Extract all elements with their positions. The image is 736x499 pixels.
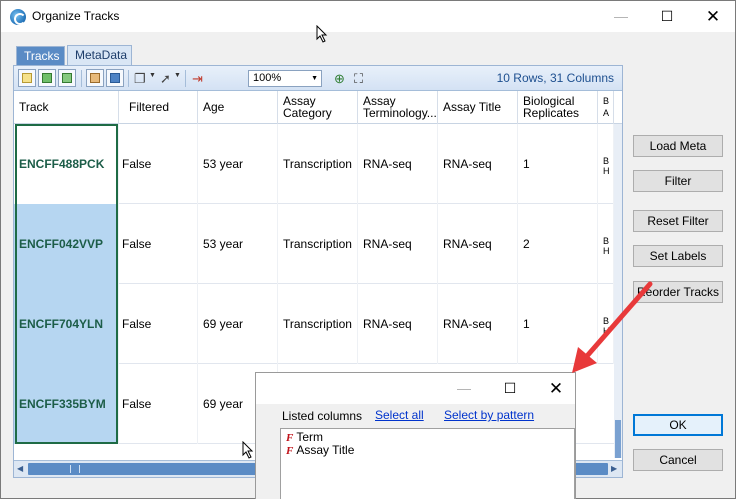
print-icon[interactable] — [86, 69, 104, 87]
list-item[interactable]: F Assay Title — [286, 444, 354, 458]
listed-columns-label: Listed columns — [282, 409, 363, 423]
reset-filter-button[interactable]: Reset Filter — [633, 210, 723, 232]
assay-terminology-cell[interactable]: RNA-seq — [358, 284, 438, 364]
assay-title-cell[interactable]: RNA-seq — [438, 204, 518, 284]
toolbar-divider — [128, 70, 129, 87]
assay-category-cell[interactable]: Transcription — [278, 204, 358, 284]
column-header-assay-terminology[interactable]: Assay Terminology... — [358, 91, 438, 124]
reorder-tracks-button[interactable]: Reorder Tracks — [633, 281, 723, 303]
filtered-cell[interactable]: False — [119, 284, 198, 364]
assay-terminology-cell[interactable]: RNA-seq — [358, 124, 438, 204]
tab-metadata[interactable]: MetaData — [67, 45, 132, 65]
filtered-cell[interactable]: False — [119, 364, 198, 444]
set-labels-button[interactable]: Set Labels — [633, 245, 723, 267]
age-cell[interactable]: 69 year — [198, 284, 278, 364]
export-excel-icon[interactable] — [38, 69, 56, 87]
grid-layout-icon[interactable] — [106, 69, 124, 87]
column-header-truncated[interactable]: B A — [598, 91, 614, 124]
track-cell[interactable]: ENCFF335BYM — [14, 364, 119, 444]
new-file-icon[interactable] — [18, 69, 36, 87]
popup-maximize-button[interactable]: ☐ — [487, 373, 533, 404]
field-icon: F — [286, 445, 294, 457]
table-row[interactable]: ENCFF042VVP False 53 year Transcription … — [14, 204, 622, 284]
maximize-button[interactable]: ☐ — [644, 1, 690, 32]
truncated-cell[interactable]: B H — [598, 284, 614, 364]
truncated-cell[interactable]: B H — [598, 204, 614, 284]
popup-close-button[interactable]: ✕ — [533, 373, 579, 404]
assay-category-cell[interactable]: Transcription — [278, 124, 358, 204]
column-header-filtered[interactable]: Filtered — [119, 91, 198, 124]
table-row[interactable]: ENCFF488PCK False 53 year Transcription … — [14, 124, 622, 204]
bio-replicates-cell[interactable]: 1 — [518, 124, 598, 204]
assay-terminology-cell[interactable]: RNA-seq — [358, 204, 438, 284]
ok-button[interactable]: OK — [633, 414, 723, 436]
track-cell[interactable]: ENCFF704YLN — [14, 284, 119, 364]
app-logo-icon — [10, 9, 26, 25]
close-button[interactable]: ✕ — [690, 1, 736, 32]
track-cell[interactable]: ENCFF488PCK — [14, 124, 119, 204]
select-all-link[interactable]: Select all — [375, 408, 424, 422]
list-item-label: Assay Title — [296, 443, 355, 457]
filtered-cell[interactable]: False — [119, 124, 198, 204]
import-excel-icon[interactable] — [58, 69, 76, 87]
assay-title-cell[interactable]: RNA-seq — [438, 124, 518, 204]
grid-header: Track Filtered Age Assay Category Assay … — [14, 91, 622, 124]
column-header-age[interactable]: Age — [198, 91, 278, 124]
title-bar: Organize Tracks — ☐ ✕ — [1, 1, 735, 32]
columns-list[interactable]: F Term F Assay Title — [280, 428, 575, 499]
pointer-icon[interactable]: ➚ — [160, 70, 171, 87]
chevron-down-icon: ▼ — [311, 75, 318, 82]
bio-replicates-cell[interactable]: 2 — [518, 204, 598, 284]
mouse-cursor-icon — [242, 441, 254, 459]
minimize-button[interactable]: — — [598, 1, 644, 32]
select-by-pattern-link[interactable]: Select by pattern — [444, 408, 534, 422]
assay-category-cell[interactable]: Transcription — [278, 284, 358, 364]
zoom-value: 100% — [253, 72, 282, 84]
load-meta-button[interactable]: Load Meta — [633, 135, 723, 157]
age-cell[interactable]: 53 year — [198, 124, 278, 204]
scroll-left-arrow-icon[interactable]: ◀ — [17, 464, 23, 473]
cancel-button[interactable]: Cancel — [633, 449, 723, 471]
vertical-scroll-thumb[interactable] — [615, 420, 621, 458]
popup-title-bar: — ☐ ✕ — [256, 373, 575, 404]
bio-replicates-cell[interactable]: 1 — [518, 284, 598, 364]
clear-filter-icon[interactable]: ⇥ — [192, 70, 203, 87]
field-icon: F — [286, 432, 294, 444]
column-header-assay-category[interactable]: Assay Category — [278, 91, 358, 124]
column-header-biological-replicates[interactable]: Biological Replicates — [518, 91, 598, 124]
grip-icon — [70, 465, 80, 473]
list-item-label: Term — [296, 430, 324, 444]
pointer-dropdown-icon[interactable]: ▼ — [174, 72, 181, 79]
toolbar-divider — [185, 70, 186, 87]
column-header-assay-title[interactable]: Assay Title — [438, 91, 518, 124]
vertical-scrollbar[interactable] — [614, 124, 622, 458]
toolbar-divider — [81, 70, 82, 87]
tab-tracks[interactable]: Tracks — [16, 46, 65, 65]
age-cell[interactable]: 53 year — [198, 204, 278, 284]
mouse-cursor-icon — [316, 25, 328, 43]
filtered-cell[interactable]: False — [119, 204, 198, 284]
window-title: Organize Tracks — [32, 9, 120, 23]
table-row[interactable]: ENCFF704YLN False 69 year Transcription … — [14, 284, 622, 364]
filter-button[interactable]: Filter — [633, 170, 723, 192]
fit-columns-icon[interactable]: ⛶ — [354, 70, 363, 87]
column-header-track[interactable]: Track — [14, 91, 119, 124]
copy-icon[interactable]: ❐ — [134, 70, 146, 87]
truncated-cell[interactable]: B H — [598, 124, 614, 204]
listed-columns-popup: — ☐ ✕ Listed columns Select all Select b… — [255, 372, 576, 499]
assay-title-cell[interactable]: RNA-seq — [438, 284, 518, 364]
popup-minimize-button[interactable]: — — [441, 373, 487, 404]
row-column-count: 10 Rows, 31 Columns — [496, 71, 614, 85]
copy-dropdown-icon[interactable]: ▼ — [149, 72, 156, 79]
zoom-select[interactable]: 100% ▼ — [248, 70, 322, 87]
track-cell[interactable]: ENCFF042VVP — [14, 204, 119, 284]
zoom-in-icon[interactable]: ⊕ — [334, 70, 345, 87]
scroll-right-arrow-icon[interactable]: ▶ — [611, 464, 617, 473]
grid-toolbar: ❐ ▼ ➚ ▼ ⇥ 100% ▼ ⊕ ⛶ 10 Rows, 31 Columns — [14, 66, 622, 91]
